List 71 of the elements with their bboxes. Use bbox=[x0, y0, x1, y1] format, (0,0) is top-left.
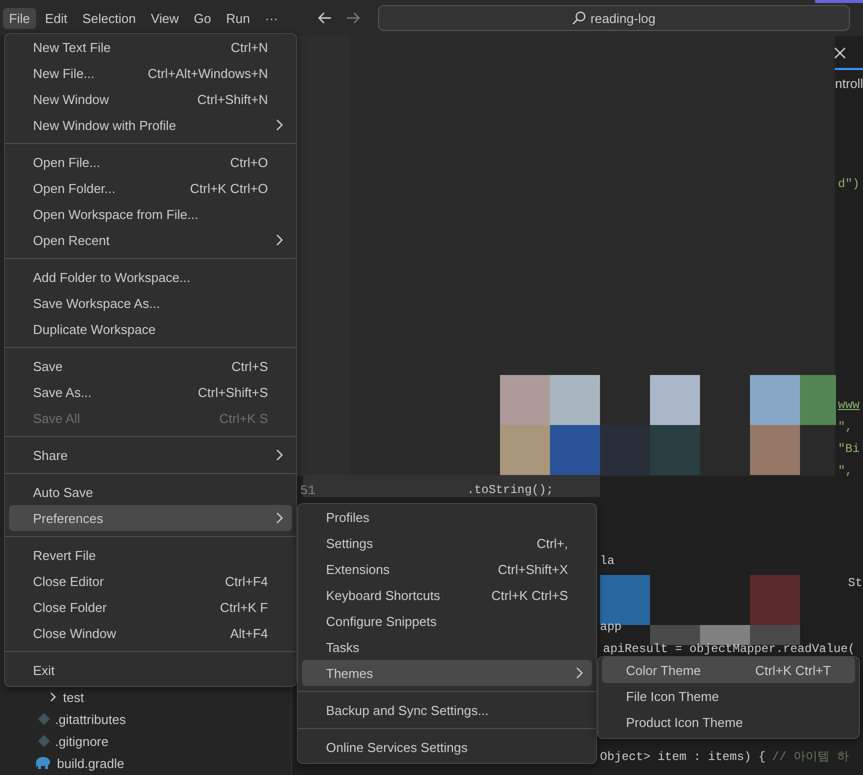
menu-bar-item[interactable]: View bbox=[144, 8, 185, 28]
code-text: apiResult = objectMapper.readValue( bbox=[603, 641, 856, 657]
menu-item[interactable]: Open Folder... Ctrl+K Ctrl+O bbox=[9, 175, 292, 201]
line-number: 51 bbox=[300, 483, 316, 498]
chevron-right-icon bbox=[276, 449, 284, 461]
diamond-icon bbox=[38, 735, 50, 747]
menu-bar-item[interactable]: Go bbox=[188, 8, 218, 28]
menu-item[interactable]: Preferences bbox=[9, 505, 292, 531]
menu-item[interactable]: Extensions Ctrl+Shift+X bbox=[302, 556, 592, 582]
menu-item[interactable]: Close Window Alt+F4 bbox=[9, 620, 292, 646]
menu-item[interactable]: Configure Snippets bbox=[302, 608, 592, 634]
title-accent bbox=[815, 0, 863, 3]
menu-item[interactable]: Share bbox=[9, 442, 292, 468]
menu-item[interactable]: Themes bbox=[302, 660, 592, 686]
menu-item[interactable]: Exit bbox=[9, 657, 292, 683]
menu-item[interactable]: Backup and Sync Settings... bbox=[302, 697, 592, 723]
code-text: "Bi bbox=[838, 441, 860, 457]
menu-bar-item[interactable]: ··· bbox=[259, 8, 284, 28]
menu-item[interactable]: Open Workspace from File... bbox=[9, 201, 292, 227]
menu-item[interactable]: Profiles bbox=[302, 504, 592, 530]
menu-item[interactable]: New Window with Profile bbox=[9, 112, 292, 138]
menu-item[interactable]: New Window Ctrl+Shift+N bbox=[9, 86, 292, 112]
menu-bar-item[interactable]: File bbox=[3, 8, 36, 28]
code-comment: // 아이템 하 bbox=[772, 749, 849, 765]
menu-bar-item[interactable]: Run bbox=[220, 8, 256, 28]
elephant-icon bbox=[34, 756, 52, 770]
menu-item[interactable]: New Text File Ctrl+N bbox=[9, 34, 292, 60]
menu-item[interactable]: Save Ctrl+S bbox=[9, 353, 292, 379]
menu-item[interactable]: Close Editor Ctrl+F4 bbox=[9, 568, 292, 594]
menu-item[interactable]: Duplicate Workspace bbox=[9, 316, 292, 342]
chevron-right-icon bbox=[276, 119, 284, 131]
chevron-right-icon bbox=[276, 234, 284, 246]
chevron-right-icon bbox=[276, 512, 284, 524]
menu-item[interactable]: Save Workspace As... bbox=[9, 290, 292, 316]
close-icon[interactable] bbox=[834, 47, 846, 59]
menu-bar-item[interactable]: Edit bbox=[38, 8, 74, 28]
menu-item[interactable]: Keyboard Shortcuts Ctrl+K Ctrl+S bbox=[302, 582, 592, 608]
menu-item[interactable]: Tasks bbox=[302, 634, 592, 660]
tree-item[interactable]: .gitignore bbox=[0, 730, 291, 752]
menu-item[interactable]: Add Folder to Workspace... bbox=[9, 264, 292, 290]
back-arrow-icon[interactable] bbox=[318, 12, 332, 24]
menu-item[interactable]: New File... Ctrl+Alt+Windows+N bbox=[9, 60, 292, 86]
tree-item[interactable]: .gitattributes bbox=[0, 708, 291, 730]
tree-item[interactable]: build.gradle bbox=[0, 752, 291, 774]
diamond-icon bbox=[38, 713, 50, 725]
menu-item[interactable]: Revert File bbox=[9, 542, 292, 568]
command-center[interactable]: reading-log bbox=[378, 5, 850, 31]
code-text: St bbox=[848, 575, 862, 591]
search-icon bbox=[572, 11, 586, 25]
menu-bar-item[interactable]: Selection bbox=[76, 8, 142, 28]
code-link[interactable]: www bbox=[838, 397, 860, 413]
forward-arrow-icon[interactable] bbox=[346, 12, 360, 24]
menu-item[interactable]: Open File... Ctrl+O bbox=[9, 149, 292, 175]
code-text: d") bbox=[838, 176, 860, 192]
menu-item[interactable]: Online Services Settings bbox=[302, 734, 592, 760]
menu-item[interactable]: Settings Ctrl+, bbox=[302, 530, 592, 556]
menu-item[interactable]: Close Folder Ctrl+K F bbox=[9, 594, 292, 620]
tree-item[interactable]: test bbox=[0, 686, 291, 708]
code-text: Object> item : items) { bbox=[600, 749, 766, 765]
code-text: ", bbox=[838, 463, 852, 479]
chevron-right-icon bbox=[576, 667, 584, 679]
code-text: la bbox=[600, 553, 614, 569]
menu-item[interactable]: Auto Save bbox=[9, 479, 292, 505]
menu-item[interactable]: File Icon Theme bbox=[602, 683, 855, 709]
code-text: ", bbox=[838, 419, 852, 435]
editor-tab[interactable]: ntroll bbox=[835, 76, 863, 91]
code-text: .toString(); bbox=[467, 482, 554, 498]
menu-item[interactable]: Color Theme Ctrl+K Ctrl+T bbox=[602, 657, 855, 683]
menu-item[interactable]: Product Icon Theme bbox=[602, 709, 855, 735]
menu-item[interactable]: Open Recent bbox=[9, 227, 292, 253]
menu-item[interactable]: Save As... Ctrl+Shift+S bbox=[9, 379, 292, 405]
